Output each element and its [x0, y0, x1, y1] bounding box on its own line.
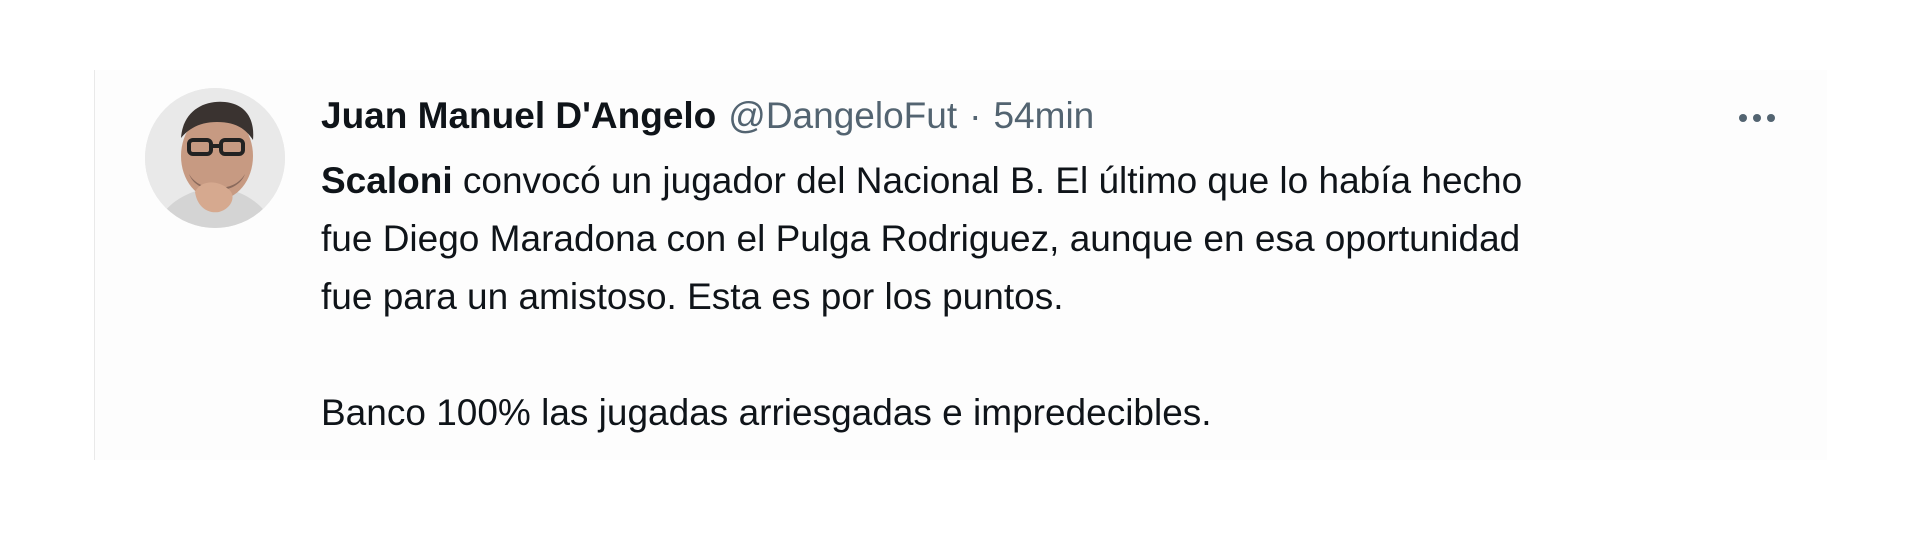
avatar[interactable]: [145, 88, 285, 228]
tweet-text-line: Banco 100% las jugadas arriesgadas e imp…: [321, 392, 1212, 433]
tweet-text-line: Scaloni convocó un jugador del Nacional …: [321, 152, 1781, 210]
tweet-text: Scaloni convocó un jugador del Nacional …: [321, 152, 1781, 442]
ellipsis-icon: [1739, 114, 1775, 122]
tweet-timestamp[interactable]: 54min: [993, 92, 1094, 140]
tweet-text-line: fue para un amistoso. Esta es por los pu…: [321, 276, 1064, 317]
tweet-text-line: fue Diego Maradona con el Pulga Rodrigue…: [321, 218, 1521, 259]
tweet-text-segment: convocó un jugador del Nacional B. El úl…: [452, 160, 1523, 201]
tweet-card[interactable]: Juan Manuel D'Angelo @DangeloFut · 54min…: [94, 70, 1827, 460]
header-separator: ·: [969, 95, 982, 136]
author-handle[interactable]: @DangeloFut: [728, 92, 957, 140]
user-avatar-icon: [145, 88, 285, 228]
author-display-name[interactable]: Juan Manuel D'Angelo: [321, 92, 716, 140]
tweet-header: Juan Manuel D'Angelo @DangeloFut · 54min: [321, 92, 1094, 140]
mentioned-name[interactable]: Scaloni: [321, 160, 453, 201]
more-options-button[interactable]: [1731, 104, 1783, 132]
